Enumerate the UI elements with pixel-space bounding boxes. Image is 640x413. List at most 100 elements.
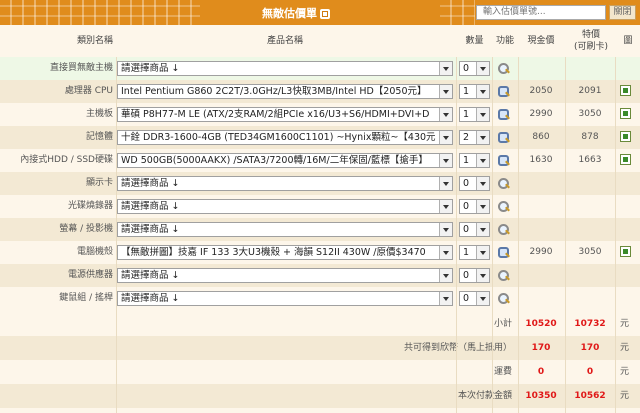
chevron-down-icon	[476, 246, 489, 259]
summary-special: 10732	[574, 319, 606, 329]
picture-icon[interactable]	[620, 108, 631, 119]
quantity-value: 0	[463, 63, 470, 74]
chevron-down-icon	[439, 108, 452, 121]
magnifier-icon[interactable]	[497, 200, 510, 213]
row-category-label: 記憶體	[85, 132, 113, 142]
table-row: 直接買無敵主機 請選擇商品 ↓ 0	[0, 57, 640, 80]
quantity-value: 0	[463, 201, 470, 212]
chevron-down-icon	[439, 154, 452, 167]
product-select[interactable]: 【無敵拼圖】技嘉 IF 133 3大U3機殼 + 海韻 S12II 430W /…	[117, 245, 453, 260]
table-row: 電腦機殼 【無敵拼圖】技嘉 IF 133 3大U3機殼 + 海韻 S12II 43…	[0, 241, 640, 264]
cash-price	[519, 195, 563, 218]
special-price: 3050	[578, 247, 602, 257]
quantity-select[interactable]: 1	[459, 84, 490, 99]
product-select[interactable]: 請選擇商品 ↓	[117, 291, 453, 306]
cash-price: 860	[532, 132, 550, 142]
row-category-label: 顯示卡	[85, 178, 113, 188]
window-icon	[320, 9, 330, 19]
chevron-down-icon	[476, 131, 489, 144]
quantity-select[interactable]: 1	[459, 153, 490, 168]
quote-number-input[interactable]	[476, 5, 606, 20]
product-select[interactable]: 請選擇商品 ↓	[117, 176, 453, 191]
summary-unit: 元	[620, 391, 630, 401]
quantity-select[interactable]: 0	[459, 176, 490, 191]
quantity-select[interactable]: 1	[459, 245, 490, 260]
summary-label: 本次付款金額	[457, 391, 512, 401]
chevron-down-icon	[439, 85, 452, 98]
quantity-select[interactable]: 2	[459, 130, 490, 145]
row-category-label: 電腦機殼	[76, 247, 113, 257]
chevron-down-icon	[439, 246, 452, 259]
cart-icon[interactable]	[497, 246, 510, 259]
quantity-select[interactable]: 0	[459, 222, 490, 237]
quantity-select[interactable]: 0	[459, 199, 490, 214]
cart-icon[interactable]	[497, 85, 510, 98]
summary-row: 本次付款金額 10350 10562 元	[0, 384, 640, 408]
product-select[interactable]: 十銓 DDR3-1600-4GB (TED34GM1600C1101) ~Hyn…	[117, 130, 453, 145]
cash-price	[519, 287, 563, 310]
cash-price	[519, 57, 563, 80]
row-category-label: 電源供應器	[67, 270, 113, 280]
quantity-value: 0	[463, 270, 470, 281]
magnifier-icon[interactable]	[497, 177, 510, 190]
close-button[interactable]: 關閉	[609, 5, 636, 20]
summary-row: 運費 0 0 元	[0, 360, 640, 384]
magnifier-icon[interactable]	[497, 223, 510, 236]
table-row: 光碟燒錄器 請選擇商品 ↓ 0	[0, 195, 640, 218]
chevron-down-icon	[476, 177, 489, 190]
picture-icon[interactable]	[620, 246, 631, 257]
quantity-select[interactable]: 0	[459, 61, 490, 76]
summary-unit: 元	[620, 367, 630, 377]
cart-icon[interactable]	[497, 108, 510, 121]
quantity-select[interactable]: 0	[459, 268, 490, 283]
chevron-down-icon	[439, 269, 452, 282]
chevron-down-icon	[476, 85, 489, 98]
magnifier-icon[interactable]	[497, 292, 510, 305]
chevron-down-icon	[476, 154, 489, 167]
special-price	[568, 264, 612, 287]
product-select[interactable]: 請選擇商品 ↓	[117, 199, 453, 214]
special-price: 878	[581, 132, 599, 142]
chevron-down-icon	[439, 292, 452, 305]
cart-icon[interactable]	[497, 154, 510, 167]
chevron-down-icon	[439, 177, 452, 190]
quantity-select[interactable]: 1	[459, 107, 490, 122]
summary-cash: 10350	[525, 391, 557, 401]
row-category-label: 光碟燒錄器	[67, 201, 113, 211]
product-select[interactable]: 華碩 P8H77-M LE (ATX/2支RAM/2組PCIe x16/U3+S…	[117, 107, 453, 122]
quantity-select[interactable]: 0	[459, 291, 490, 306]
chevron-down-icon	[476, 292, 489, 305]
summary-cash: 10520	[525, 319, 557, 329]
cart-icon[interactable]	[497, 131, 510, 144]
summary-label: 小計	[493, 319, 512, 329]
summary-label: 共可得到欣幣（馬上抵用）	[403, 343, 512, 353]
product-select[interactable]: WD 500GB(5000AAKX) /SATA3/7200轉/16M/二年保固…	[117, 153, 453, 168]
summary-special: 170	[580, 343, 600, 353]
product-select[interactable]: 請選擇商品 ↓	[117, 268, 453, 283]
picture-icon[interactable]	[620, 154, 631, 165]
product-select-value: 華碩 P8H77-M LE (ATX/2支RAM/2組PCIe x16/U3+S…	[121, 109, 430, 120]
picture-icon[interactable]	[620, 131, 631, 142]
col-pic: 圖	[623, 36, 633, 46]
picture-icon[interactable]	[620, 85, 631, 96]
divider	[565, 57, 566, 413]
special-price	[568, 57, 612, 80]
magnifier-icon[interactable]	[497, 62, 510, 75]
summary-row: 共可得到欣幣（馬上抵用） 170 170 元	[0, 336, 640, 360]
col-qty: 數量	[465, 36, 484, 46]
product-select-value: 請選擇商品 ↓	[121, 293, 180, 304]
product-select[interactable]: 請選擇商品 ↓	[117, 222, 453, 237]
product-select-value: 請選擇商品 ↓	[121, 178, 180, 189]
product-select[interactable]: 請選擇商品 ↓	[117, 61, 453, 76]
chevron-down-icon	[476, 223, 489, 236]
product-select-value: Intel Pentium G860 2C2T/3.0GHz/L3快取3MB/I…	[121, 86, 427, 97]
chevron-down-icon	[476, 200, 489, 213]
magnifier-icon[interactable]	[497, 269, 510, 282]
special-price: 1663	[578, 155, 602, 165]
summary-label: 運費	[493, 367, 512, 377]
product-select-value: 請選擇商品 ↓	[121, 201, 180, 212]
col-special-line2: (可刷卡)	[573, 42, 609, 52]
product-select[interactable]: Intel Pentium G860 2C2T/3.0GHz/L3快取3MB/I…	[117, 84, 453, 99]
chevron-down-icon	[439, 223, 452, 236]
cash-price: 2990	[529, 247, 553, 257]
